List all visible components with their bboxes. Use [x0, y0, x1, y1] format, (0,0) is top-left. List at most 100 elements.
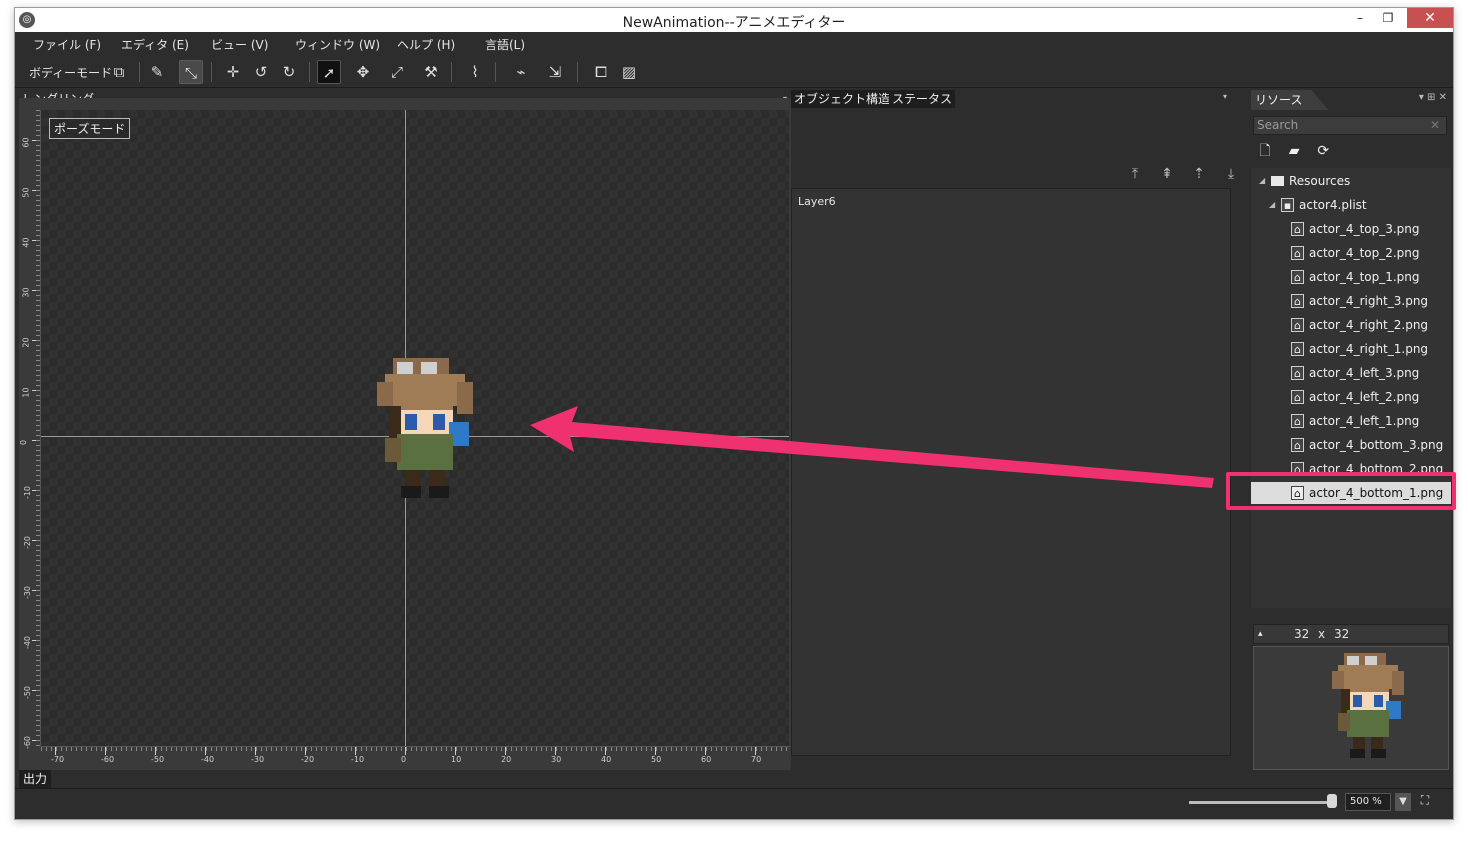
resource-tree[interactable]: ◢ Resources ◢ ▪ actor4.plist ⌂ actor_4_top_3.p…: [1251, 168, 1451, 608]
menu-help[interactable]: ヘルプ (H): [397, 36, 455, 53]
restore-button[interactable]: ❐: [1375, 8, 1401, 28]
resource-panel-title[interactable]: リソース: [1251, 90, 1329, 110]
clear-search-icon[interactable]: ✕: [1430, 117, 1440, 134]
pivot-icon[interactable]: ✛: [221, 60, 245, 84]
preview-width: 32: [1294, 627, 1310, 641]
ruler-h-minor-tick: [626, 747, 627, 751]
frame-icon[interactable]: ⧠: [589, 60, 613, 84]
tab-status[interactable]: ステータス: [889, 90, 956, 108]
zoom-value[interactable]: 500 %: [1345, 793, 1391, 811]
resource-search-input[interactable]: Search ✕: [1253, 116, 1447, 135]
move-layer-bottom-icon[interactable]: ⤓: [1221, 166, 1241, 186]
zoom-dropdown-icon[interactable]: ▼: [1395, 793, 1411, 811]
ruler-v-minor-tick: [36, 540, 40, 541]
ruler-v-minor-tick: [36, 460, 40, 461]
zoom-slider-thumb[interactable]: [1327, 794, 1337, 808]
image-edit-icon[interactable]: ▨: [617, 60, 641, 84]
ruler-h-minor-tick: [131, 747, 132, 751]
ruler-v-minor-tick: [36, 215, 40, 216]
rotate-left-icon[interactable]: ↺: [249, 60, 273, 84]
ruler-v-minor-tick: [36, 175, 40, 176]
open-folder-icon[interactable]: ▰: [1284, 143, 1304, 161]
bone-remove-icon[interactable]: ⌁: [509, 60, 533, 84]
move-layer-top-icon[interactable]: ⤒: [1125, 166, 1145, 186]
ruler-v-minor-tick: [36, 680, 40, 681]
bone-icon[interactable]: ✎: [145, 60, 169, 84]
render-canvas[interactable]: ポーズモード: [41, 110, 789, 746]
move-layer-up-icon[interactable]: ⇞: [1157, 166, 1177, 186]
ruler-h-minor-tick: [666, 747, 667, 751]
ruler-v-label: 0: [19, 439, 29, 446]
resource-tree-item[interactable]: ◢ ▪ actor4.plist: [1251, 194, 1451, 216]
bone-bind-icon[interactable]: ⇲: [543, 60, 567, 84]
minimize-button[interactable]: –: [1347, 8, 1373, 28]
ruler-h-label: 40: [601, 755, 612, 764]
sprite-character[interactable]: [361, 350, 489, 510]
body-edit-icon[interactable]: ⧉: [107, 60, 131, 84]
resource-tree-item[interactable]: ⌂ actor_4_top_3.png: [1251, 218, 1451, 240]
pose-mode-button[interactable]: ポーズモード: [49, 118, 131, 139]
ruler-h-minor-tick: [541, 747, 542, 751]
ruler-h-minor-tick: [76, 747, 77, 751]
panel-controls-icon[interactable]: ▾ ⊞ ✕: [1419, 92, 1447, 103]
ruler-h-minor-tick: [456, 747, 457, 751]
status-bar: 500 % ▼ ⛶: [15, 788, 1453, 819]
ruler-h-minor-tick: [621, 747, 622, 751]
resource-tree-item[interactable]: ⌂ actor_4_bottom_3.png: [1251, 434, 1451, 456]
panel-menu-icon[interactable]: ▾: [1223, 92, 1227, 101]
fit-view-icon[interactable]: ⛶: [1417, 793, 1433, 811]
ruler-h-minor-tick: [671, 747, 672, 751]
ruler-v-minor-tick: [36, 635, 40, 636]
expand-toggle-icon[interactable]: ◢: [1269, 194, 1275, 216]
object-tree[interactable]: Layer6: [791, 188, 1231, 756]
ruler-h-minor-tick: [656, 747, 657, 751]
select-arrow-icon[interactable]: ➚: [317, 60, 341, 84]
collapse-icon[interactable]: ▴: [1258, 625, 1263, 643]
new-file-icon[interactable]: 🗋: [1255, 140, 1275, 159]
expand-toggle-icon[interactable]: ◢: [1259, 170, 1265, 192]
resource-tree-label: actor4.plist: [1299, 198, 1367, 212]
menu-language[interactable]: 言語(L): [485, 36, 525, 53]
ik-icon[interactable]: ⚒: [419, 60, 443, 84]
ruler-h-minor-tick: [226, 747, 227, 751]
resource-tree-item[interactable]: ⌂ actor_4_top_1.png: [1251, 266, 1451, 288]
bone-add-icon[interactable]: ⌇: [463, 60, 487, 84]
resource-tree-item[interactable]: ⌂ actor_4_right_1.png: [1251, 338, 1451, 360]
ruler-h-minor-tick: [111, 747, 112, 751]
resource-tree-item[interactable]: ⌂ actor_4_left_1.png: [1251, 410, 1451, 432]
ruler-h-minor-tick: [166, 747, 167, 751]
ruler-v-minor-tick: [36, 725, 40, 726]
menu-view[interactable]: ビュー (V): [211, 36, 268, 53]
resource-tree-item[interactable]: ⌂ actor_4_right_2.png: [1251, 314, 1451, 336]
close-button[interactable]: ✕: [1407, 8, 1453, 28]
move-layer-down-icon[interactable]: ⇡: [1189, 166, 1209, 186]
resource-tree-item[interactable]: ⌂ actor_4_left_2.png: [1251, 386, 1451, 408]
ruler-h-minor-tick: [516, 747, 517, 751]
ruler-h-minor-tick: [416, 747, 417, 751]
menu-edit[interactable]: エディタ (E): [121, 36, 189, 53]
mode-label[interactable]: ボディーモード: [29, 64, 112, 81]
ruler-h-minor-tick: [311, 747, 312, 751]
rotate-right-icon[interactable]: ↻: [277, 60, 301, 84]
menu-file[interactable]: ファイル (F): [33, 36, 101, 53]
ruler-h-minor-tick: [481, 747, 482, 751]
ruler-v-minor-tick: [36, 165, 40, 166]
resource-tree-item[interactable]: ⌂ actor_4_left_3.png: [1251, 362, 1451, 384]
layer-item[interactable]: Layer6: [798, 195, 836, 208]
scale-icon[interactable]: ⤢: [385, 60, 409, 84]
zoom-slider-track[interactable]: [1189, 801, 1333, 804]
bone-select-icon[interactable]: ⤡: [179, 60, 203, 84]
move-icon[interactable]: ✥: [351, 60, 375, 84]
ruler-h-minor-tick: [781, 747, 782, 751]
output-tab[interactable]: 出力: [19, 770, 52, 788]
resource-tree-item[interactable]: ⌂ actor_4_top_2.png: [1251, 242, 1451, 264]
ruler-h-minor-tick: [301, 747, 302, 751]
ruler-h-minor-tick: [786, 747, 787, 751]
resource-tree-item[interactable]: ◢ Resources: [1251, 170, 1451, 192]
resource-tree-item[interactable]: ⌂ actor_4_right_3.png: [1251, 290, 1451, 312]
refresh-icon[interactable]: ⟳: [1313, 143, 1333, 161]
ruler-v-minor-tick: [36, 120, 40, 121]
ruler-v-minor-tick: [36, 615, 40, 616]
ruler-h-minor-tick: [341, 747, 342, 751]
menu-window[interactable]: ウィンドウ (W): [295, 36, 380, 53]
